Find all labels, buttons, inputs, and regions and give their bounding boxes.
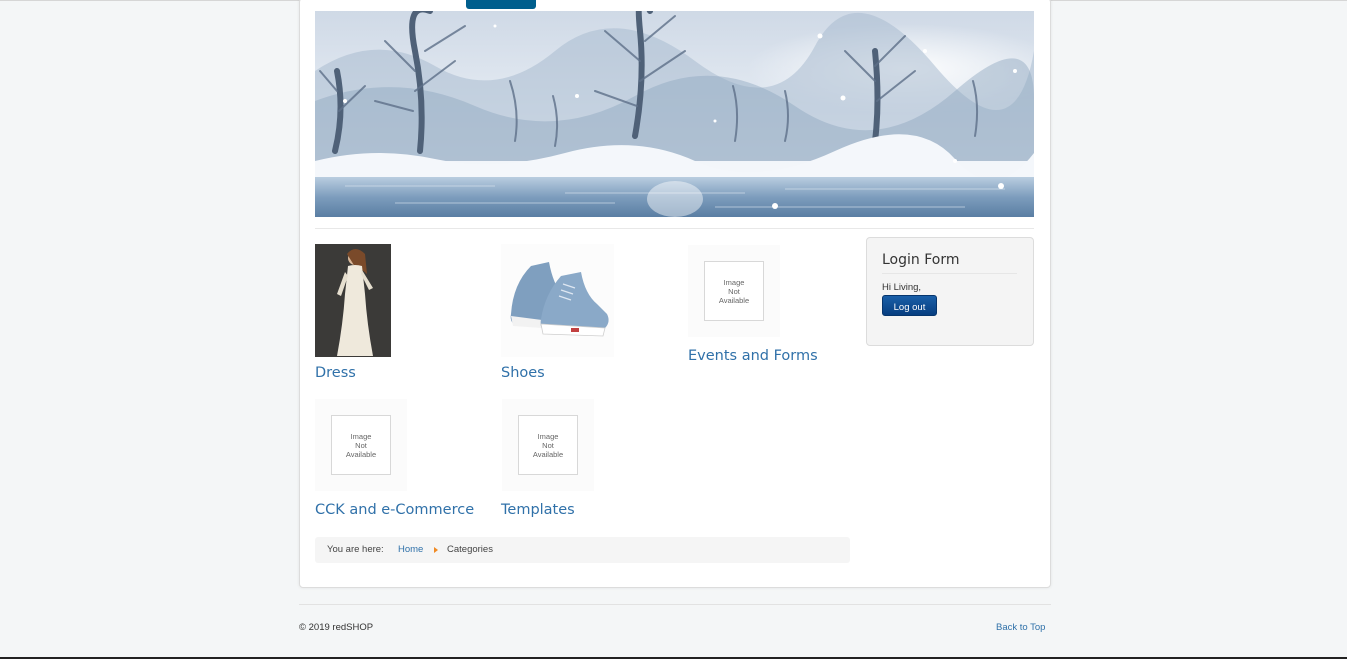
- winter-banner-image: [315, 11, 1034, 217]
- category-link-templates[interactable]: Templates: [501, 502, 575, 518]
- shoes-image[interactable]: [501, 244, 614, 357]
- category-link-cck-and-ecommerce[interactable]: CCK and e-Commerce: [315, 502, 474, 518]
- footer-copyright: © 2019 redSHOP: [299, 622, 374, 633]
- breadcrumb-home-link[interactable]: Home: [398, 544, 423, 555]
- breadcrumb-current: Categories: [447, 544, 493, 555]
- image-not-available-placeholder: Image Not Available: [331, 415, 391, 475]
- templates-no-image[interactable]: Image Not Available: [502, 399, 594, 491]
- category-link-shoes[interactable]: Shoes: [501, 365, 545, 381]
- dress-image[interactable]: [315, 244, 391, 357]
- login-title-divider: [882, 273, 1017, 274]
- breadcrumb: You are here: Home Categories: [315, 537, 850, 563]
- breadcrumb-prefix: You are here:: [327, 544, 384, 555]
- logout-button[interactable]: Log out: [882, 295, 937, 316]
- top-menu-tab[interactable]: [466, 0, 536, 9]
- image-not-available-placeholder: Image Not Available: [518, 415, 578, 475]
- login-form-title: Login Form: [882, 252, 960, 268]
- cck-no-image[interactable]: Image Not Available: [315, 399, 407, 491]
- banner-separator: [315, 228, 1034, 229]
- back-to-top-link[interactable]: Back to Top: [996, 622, 1045, 633]
- login-greeting: Hi Living,: [882, 282, 922, 293]
- image-not-available-placeholder: Image Not Available: [704, 261, 764, 321]
- breadcrumb-arrow-icon: [434, 547, 438, 553]
- login-form-module: Login Form Hi Living, Log out: [866, 237, 1034, 346]
- events-no-image[interactable]: Image Not Available: [688, 245, 780, 337]
- footer-divider: [299, 604, 1051, 605]
- category-link-dress[interactable]: Dress: [315, 365, 356, 381]
- category-link-events-and-forms[interactable]: Events and Forms: [688, 348, 818, 364]
